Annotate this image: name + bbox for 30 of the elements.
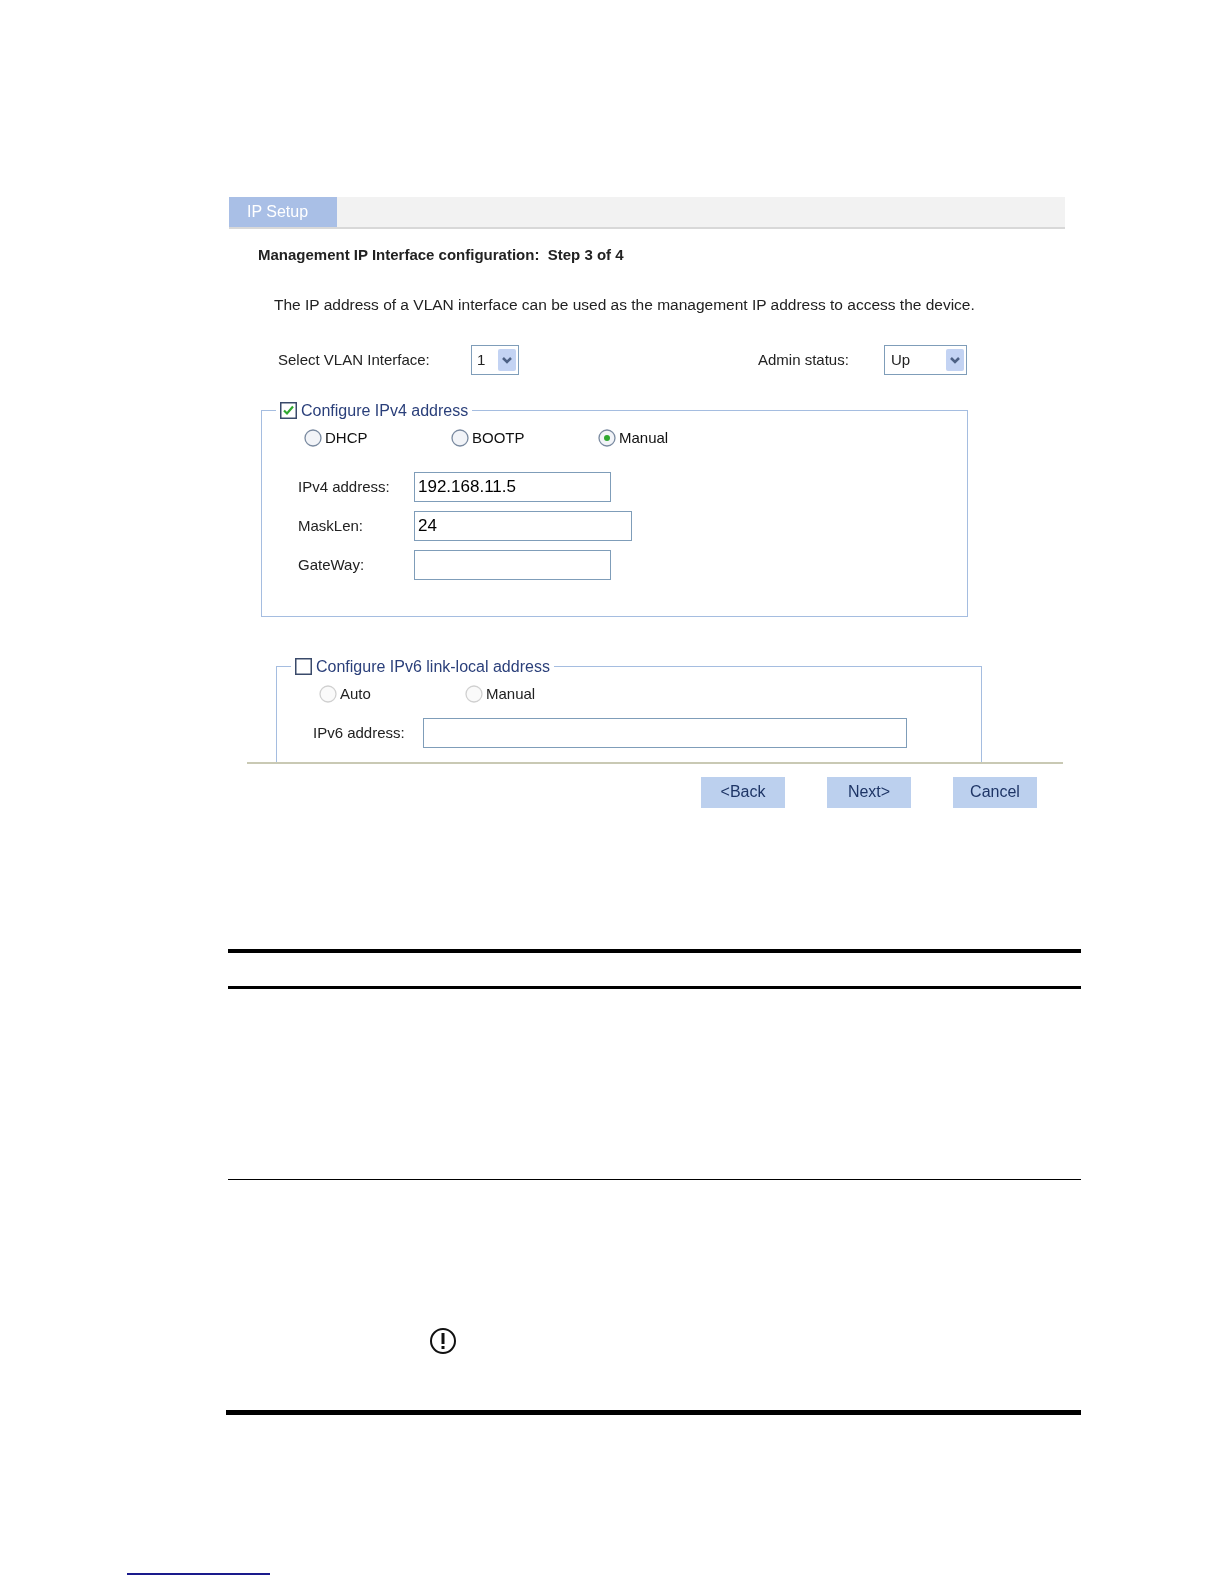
text-field[interactable]: 24 <box>414 511 632 542</box>
radio-button[interactable] <box>304 429 322 447</box>
wizard-button[interactable]: <Back <box>701 776 785 808</box>
wizard-button[interactable]: Cancel <box>953 776 1037 808</box>
description-text: The IP address of a VLAN interface can be used as the management IP address to access the device. <box>274 294 975 315</box>
field-label: Admin status: <box>758 349 850 370</box>
warning-icon <box>429 1327 457 1355</box>
radio-label: DHCP <box>325 427 368 448</box>
checkbox[interactable] <box>280 402 297 420</box>
radio-button[interactable] <box>598 429 616 447</box>
radio-label: Manual <box>486 683 536 704</box>
radio-label: BOOTP <box>472 427 525 448</box>
admin-status-select[interactable]: Up <box>884 344 967 375</box>
text-field[interactable] <box>423 718 907 749</box>
checkbox[interactable] <box>295 658 312 676</box>
vlan-select[interactable]: 1 <box>471 344 519 375</box>
field-label: Select VLAN Interface: <box>278 349 431 370</box>
radio-button[interactable] <box>451 429 469 447</box>
text-field[interactable]: 192.168.11.5 <box>414 472 611 503</box>
group-legend: Configure IPv4 address <box>301 398 469 423</box>
radio-label: Auto <box>340 683 371 704</box>
group-legend: Configure IPv6 link-local address <box>316 654 550 679</box>
wizard-button[interactable]: Next> <box>827 776 911 808</box>
field-label: IPv6 address: <box>313 723 406 743</box>
text-field[interactable] <box>414 550 611 581</box>
section-heading: Management IP Interface configuration: Step 3 of 4 <box>258 245 624 265</box>
field-label: MaskLen: <box>298 516 365 536</box>
field-label: IPv4 address: <box>298 477 391 497</box>
radio-label: Manual <box>619 427 669 448</box>
field-label: GateWay: <box>298 555 366 575</box>
